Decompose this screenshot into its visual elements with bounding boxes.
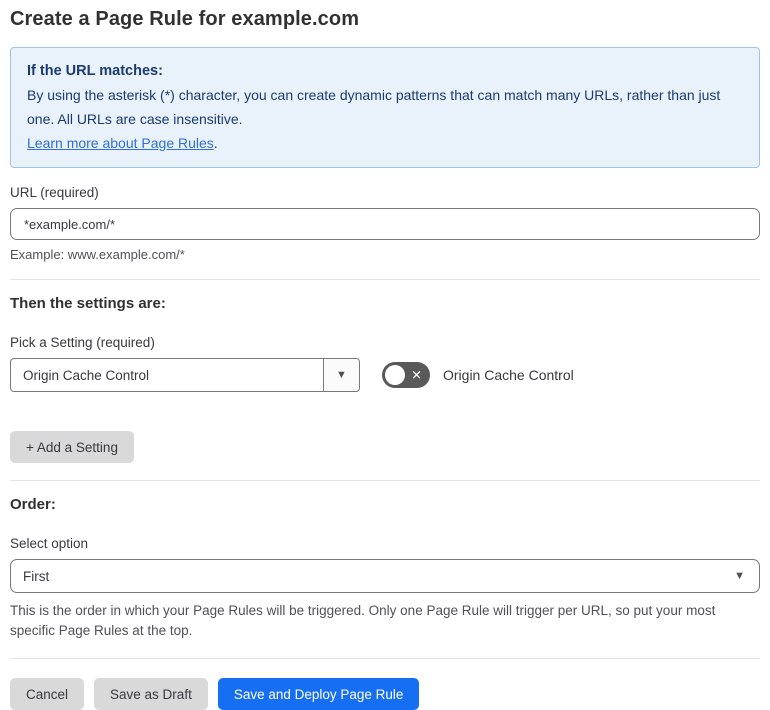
add-setting-wrap: + Add a Setting: [10, 431, 760, 463]
info-box-body: By using the asterisk (*) character, you…: [27, 87, 721, 127]
toggle-knob: [385, 365, 405, 385]
learn-more-link[interactable]: Learn more about Page Rules: [27, 135, 214, 151]
chevron-down-icon: ▼: [734, 569, 745, 582]
origin-cache-control-toggle[interactable]: ✕: [382, 362, 430, 388]
save-as-draft-button[interactable]: Save as Draft: [94, 678, 208, 710]
page-rule-form: Create a Page Rule for example.com If th…: [0, 0, 770, 710]
divider: [10, 279, 760, 280]
order-select[interactable]: First ▼: [10, 559, 760, 593]
page-title: Create a Page Rule for example.com: [10, 8, 360, 30]
chevron-down-icon: ▼: [336, 368, 347, 381]
pick-setting-selected-value: Origin Cache Control: [23, 367, 150, 383]
add-setting-button[interactable]: + Add a Setting: [10, 431, 134, 463]
order-section-heading: Order:: [10, 496, 56, 513]
cancel-button[interactable]: Cancel: [10, 678, 85, 710]
save-and-deploy-button[interactable]: Save and Deploy Page Rule: [217, 678, 420, 710]
footer-actions: Cancel Save as Draft Save and Deploy Pag…: [10, 678, 760, 710]
setting-row: Origin Cache Control ▼ ✕ Origin Cache Co…: [10, 358, 760, 392]
pick-setting-arrow-button[interactable]: ▼: [323, 359, 359, 391]
url-match-info-box: If the URL matches: By using the asteris…: [10, 47, 760, 168]
pick-setting-select[interactable]: Origin Cache Control ▼: [10, 358, 360, 392]
url-field-helper: Example: www.example.com/*: [10, 247, 185, 262]
settings-section-heading: Then the settings are:: [10, 295, 166, 312]
order-selected-value: First: [23, 568, 50, 584]
order-helper-text: This is the order in which your Page Rul…: [10, 603, 716, 638]
info-box-heading: If the URL matches:: [27, 63, 163, 79]
toggle-off-icon: ✕: [411, 367, 422, 383]
order-select-arrow: ▼: [734, 560, 759, 592]
info-box-link-line: Learn more about Page Rules.: [27, 131, 743, 155]
order-select-label: Select option: [10, 536, 89, 551]
url-input[interactable]: [10, 208, 760, 240]
url-field-label: URL (required): [10, 185, 99, 200]
pick-setting-label: Pick a Setting (required): [10, 335, 155, 350]
divider: [10, 658, 760, 659]
divider: [10, 480, 760, 481]
link-suffix: .: [213, 135, 218, 151]
toggle-label: Origin Cache Control: [443, 367, 574, 383]
